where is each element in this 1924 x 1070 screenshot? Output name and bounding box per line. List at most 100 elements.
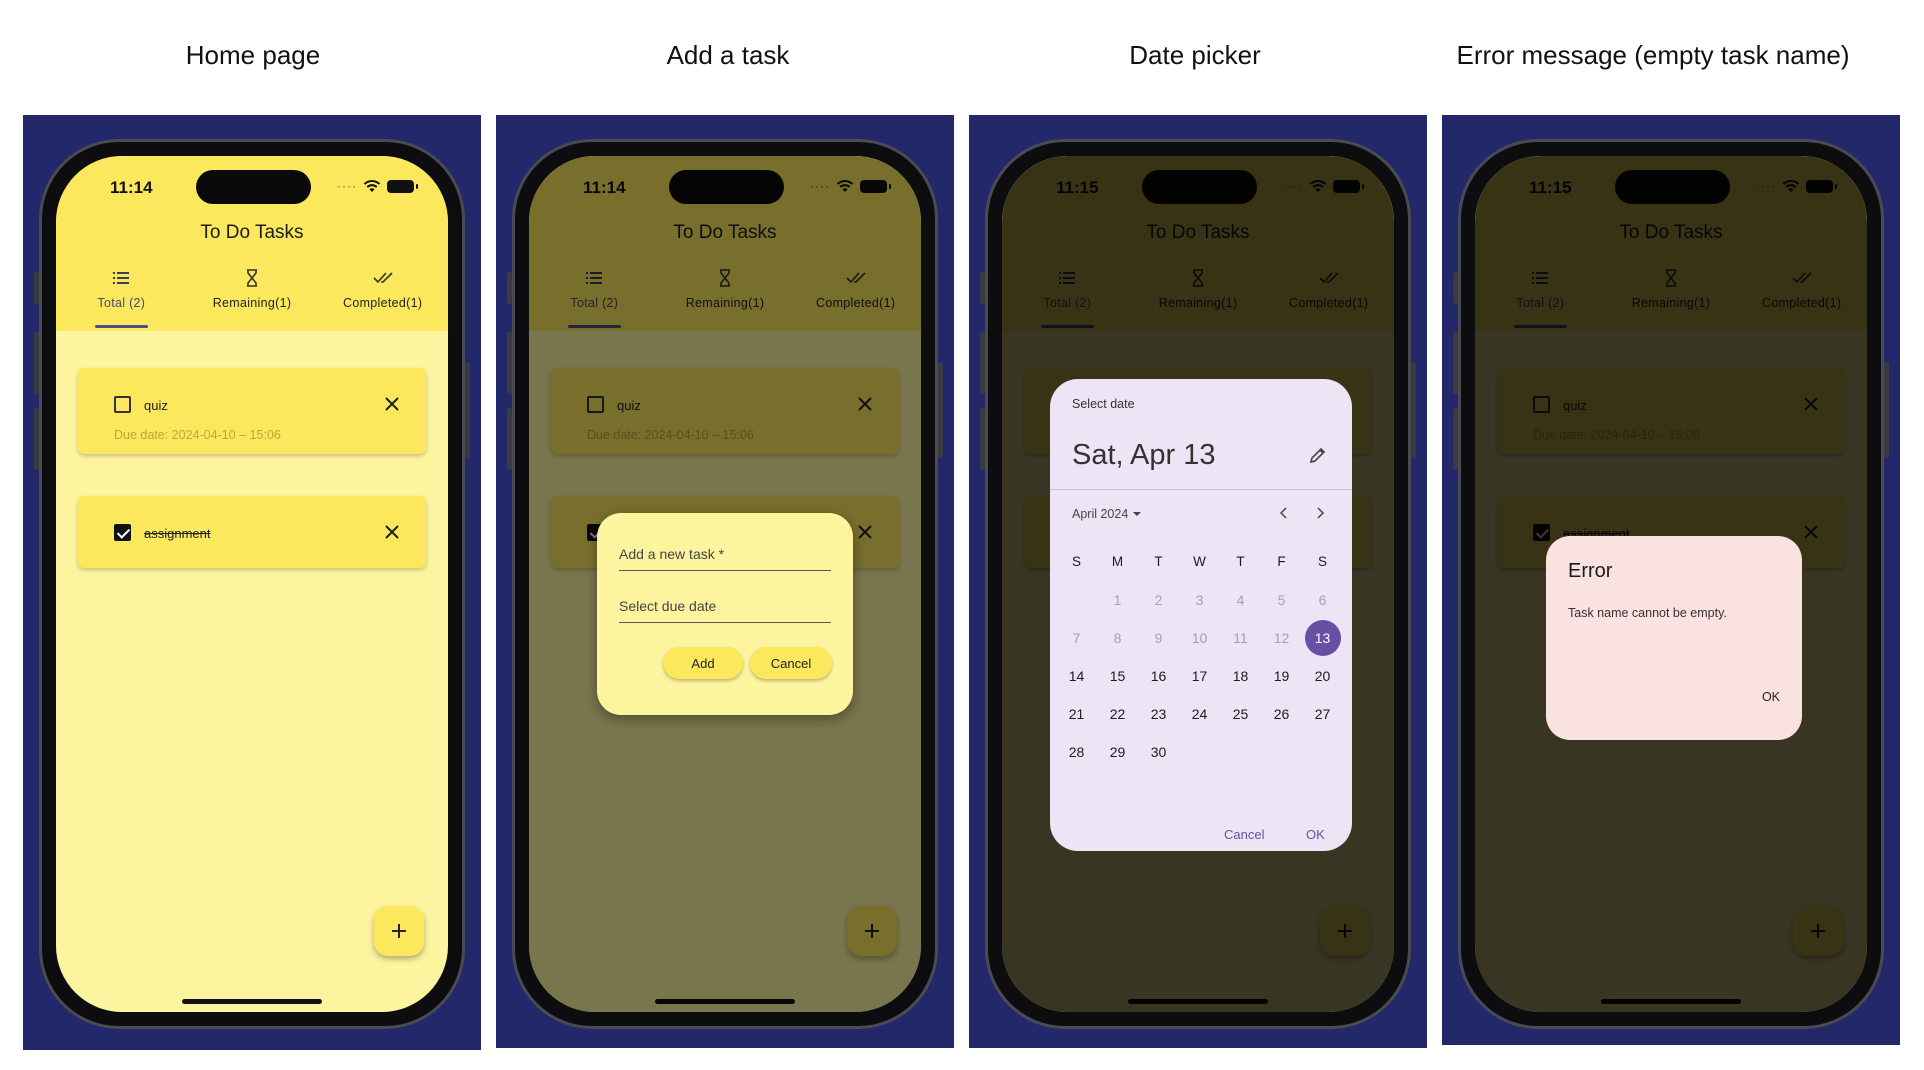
calendar-day: 7: [1056, 619, 1097, 657]
calendar-day[interactable]: 29: [1097, 733, 1138, 771]
calendar-day-number: 20: [1314, 668, 1331, 684]
calendar-day-number: 16: [1150, 668, 1167, 684]
month-year-selector[interactable]: April 2024: [1072, 507, 1142, 521]
delete-icon[interactable]: [384, 396, 400, 412]
phone-screen: 11:15 ···· To Do Tasks Total (2): [1002, 156, 1394, 1012]
calendar-day-number: 15: [1109, 668, 1126, 684]
calendar-day-number: 17: [1191, 668, 1208, 684]
panel-date-picker: 11:15 ···· To Do Tasks Total (2): [969, 115, 1427, 1048]
calendar-day[interactable]: 19: [1261, 657, 1302, 695]
weekday-label: T: [1154, 554, 1163, 569]
calendar-day-number: 14: [1068, 668, 1085, 684]
phone-frame: 11:15 ···· To Do Tasks Total (2): [980, 139, 1416, 1029]
calendar-day[interactable]: 28: [1056, 733, 1097, 771]
calendar-week-row: 21 22 23 24 25 26 27: [1056, 695, 1346, 733]
calendar-day[interactable]: 23: [1138, 695, 1179, 733]
status-icons: ····: [337, 176, 418, 196]
pencil-icon[interactable]: [1308, 445, 1328, 465]
cancel-button[interactable]: Cancel: [750, 647, 832, 679]
calendar-week-row: 7 8 9 10 11 12 13: [1056, 619, 1346, 657]
calendar-day-number: 7: [1072, 630, 1081, 646]
calendar-day[interactable]: 26: [1261, 695, 1302, 733]
calendar-day[interactable]: 17: [1179, 657, 1220, 695]
calendar-day[interactable]: 25: [1220, 695, 1261, 733]
date-ok-button[interactable]: OK: [1306, 827, 1325, 842]
task-card[interactable]: quiz Due date: 2024-04-10 – 15:06: [78, 368, 426, 454]
calendar-day[interactable]: 16: [1138, 657, 1179, 695]
phone-screen: 11:15 ···· To Do Tasks Total (2): [1475, 156, 1867, 1012]
error-ok-button[interactable]: OK: [1762, 690, 1780, 704]
calendar-day[interactable]: 20: [1302, 657, 1343, 695]
task-name-input[interactable]: Add a new task *: [619, 533, 831, 571]
phone-frame: 11:14 ···· To Do Tasks Total (2): [507, 139, 943, 1029]
app-bar: 11:14 ···· To Do Tasks Total (2): [56, 156, 448, 331]
task-name: assignment: [144, 526, 211, 541]
task-card[interactable]: assignment: [78, 496, 426, 568]
calendar-day-number: 27: [1314, 706, 1331, 722]
calendar-day: 4: [1220, 581, 1261, 619]
calendar-empty-cell: [1056, 581, 1097, 619]
task-due-date: Due date: 2024-04-10 – 15:06: [114, 428, 281, 442]
calendar-day-number: 13: [1304, 620, 1341, 656]
delete-icon[interactable]: [384, 524, 400, 540]
calendar-day[interactable]: 15: [1097, 657, 1138, 695]
weekday-label: F: [1277, 554, 1286, 569]
calendar-day-number: 12: [1273, 630, 1290, 646]
calendar-day-number: 2: [1154, 592, 1163, 608]
dropdown-arrow-icon: [1133, 512, 1142, 516]
calendar-day-number: 9: [1154, 630, 1163, 646]
tab-completed[interactable]: Completed(1): [317, 266, 448, 328]
calendar-day[interactable]: 14: [1056, 657, 1097, 695]
battery-icon: [387, 179, 418, 193]
calendar-day[interactable]: 18: [1220, 657, 1261, 695]
status-time: 11:14: [110, 178, 153, 197]
calendar-day: 10: [1179, 619, 1220, 657]
task-checkbox-checked[interactable]: [114, 524, 131, 541]
add-button[interactable]: Add: [663, 647, 743, 679]
add-task-fab[interactable]: [374, 906, 424, 956]
weekday-label: S: [1317, 554, 1327, 569]
chevron-right-icon[interactable]: [1312, 505, 1328, 521]
calendar-day[interactable]: 27: [1302, 695, 1343, 733]
wifi-icon: [363, 179, 381, 192]
plus-icon: [392, 924, 406, 938]
calendar-day[interactable]: 21: [1056, 695, 1097, 733]
calendar-day-number: 19: [1273, 668, 1290, 684]
month-year-label: April 2024: [1072, 507, 1129, 521]
caption-error: Error message (empty task name): [1456, 40, 1850, 70]
calendar-day-selected[interactable]: 13: [1302, 619, 1343, 657]
due-date-input[interactable]: Select due date: [619, 585, 831, 623]
calendar-day: 8: [1097, 619, 1138, 657]
calendar-day: 3: [1179, 581, 1220, 619]
tab-completed-label: Completed(1): [343, 296, 423, 310]
calendar-day-number: 25: [1232, 706, 1249, 722]
calendar-day-number: 5: [1277, 592, 1286, 608]
tab-total[interactable]: Total (2): [56, 266, 187, 328]
calendar-day-number: 4: [1236, 592, 1245, 608]
calendar-day: 12: [1261, 619, 1302, 657]
calendar-empty-cell: [1302, 733, 1343, 771]
calendar-day-number: 6: [1318, 592, 1327, 608]
add-task-dialog: Add a new task * Select due date Add Can…: [597, 513, 853, 715]
date-cancel-button[interactable]: Cancel: [1224, 827, 1264, 842]
weekday-label: W: [1193, 554, 1206, 569]
calendar-day[interactable]: 24: [1179, 695, 1220, 733]
calendar-day[interactable]: 22: [1097, 695, 1138, 733]
calendar-day-number: 29: [1109, 744, 1126, 760]
task-checkbox[interactable]: [114, 396, 131, 413]
error-dialog: Error Task name cannot be empty. OK: [1546, 536, 1802, 740]
weekday-label: T: [1236, 554, 1245, 569]
panel-home: 11:14 ···· To Do Tasks Total (2) Remaini…: [23, 115, 481, 1050]
calendar-day-number: 8: [1113, 630, 1122, 646]
chevron-left-icon[interactable]: [1276, 505, 1292, 521]
signal-icon: ····: [337, 179, 357, 193]
caption-home: Home page: [185, 40, 321, 70]
calendar-day-number: 23: [1150, 706, 1167, 722]
calendar-week-row: 1 2 3 4 5 6: [1056, 581, 1346, 619]
tab-remaining[interactable]: Remaining(1): [187, 266, 318, 328]
calendar-day[interactable]: 30: [1138, 733, 1179, 771]
calendar-day: 5: [1261, 581, 1302, 619]
tab-indicator: [95, 325, 148, 328]
due-date-label: Select due date: [619, 598, 717, 614]
weekday-label: M: [1111, 554, 1124, 569]
